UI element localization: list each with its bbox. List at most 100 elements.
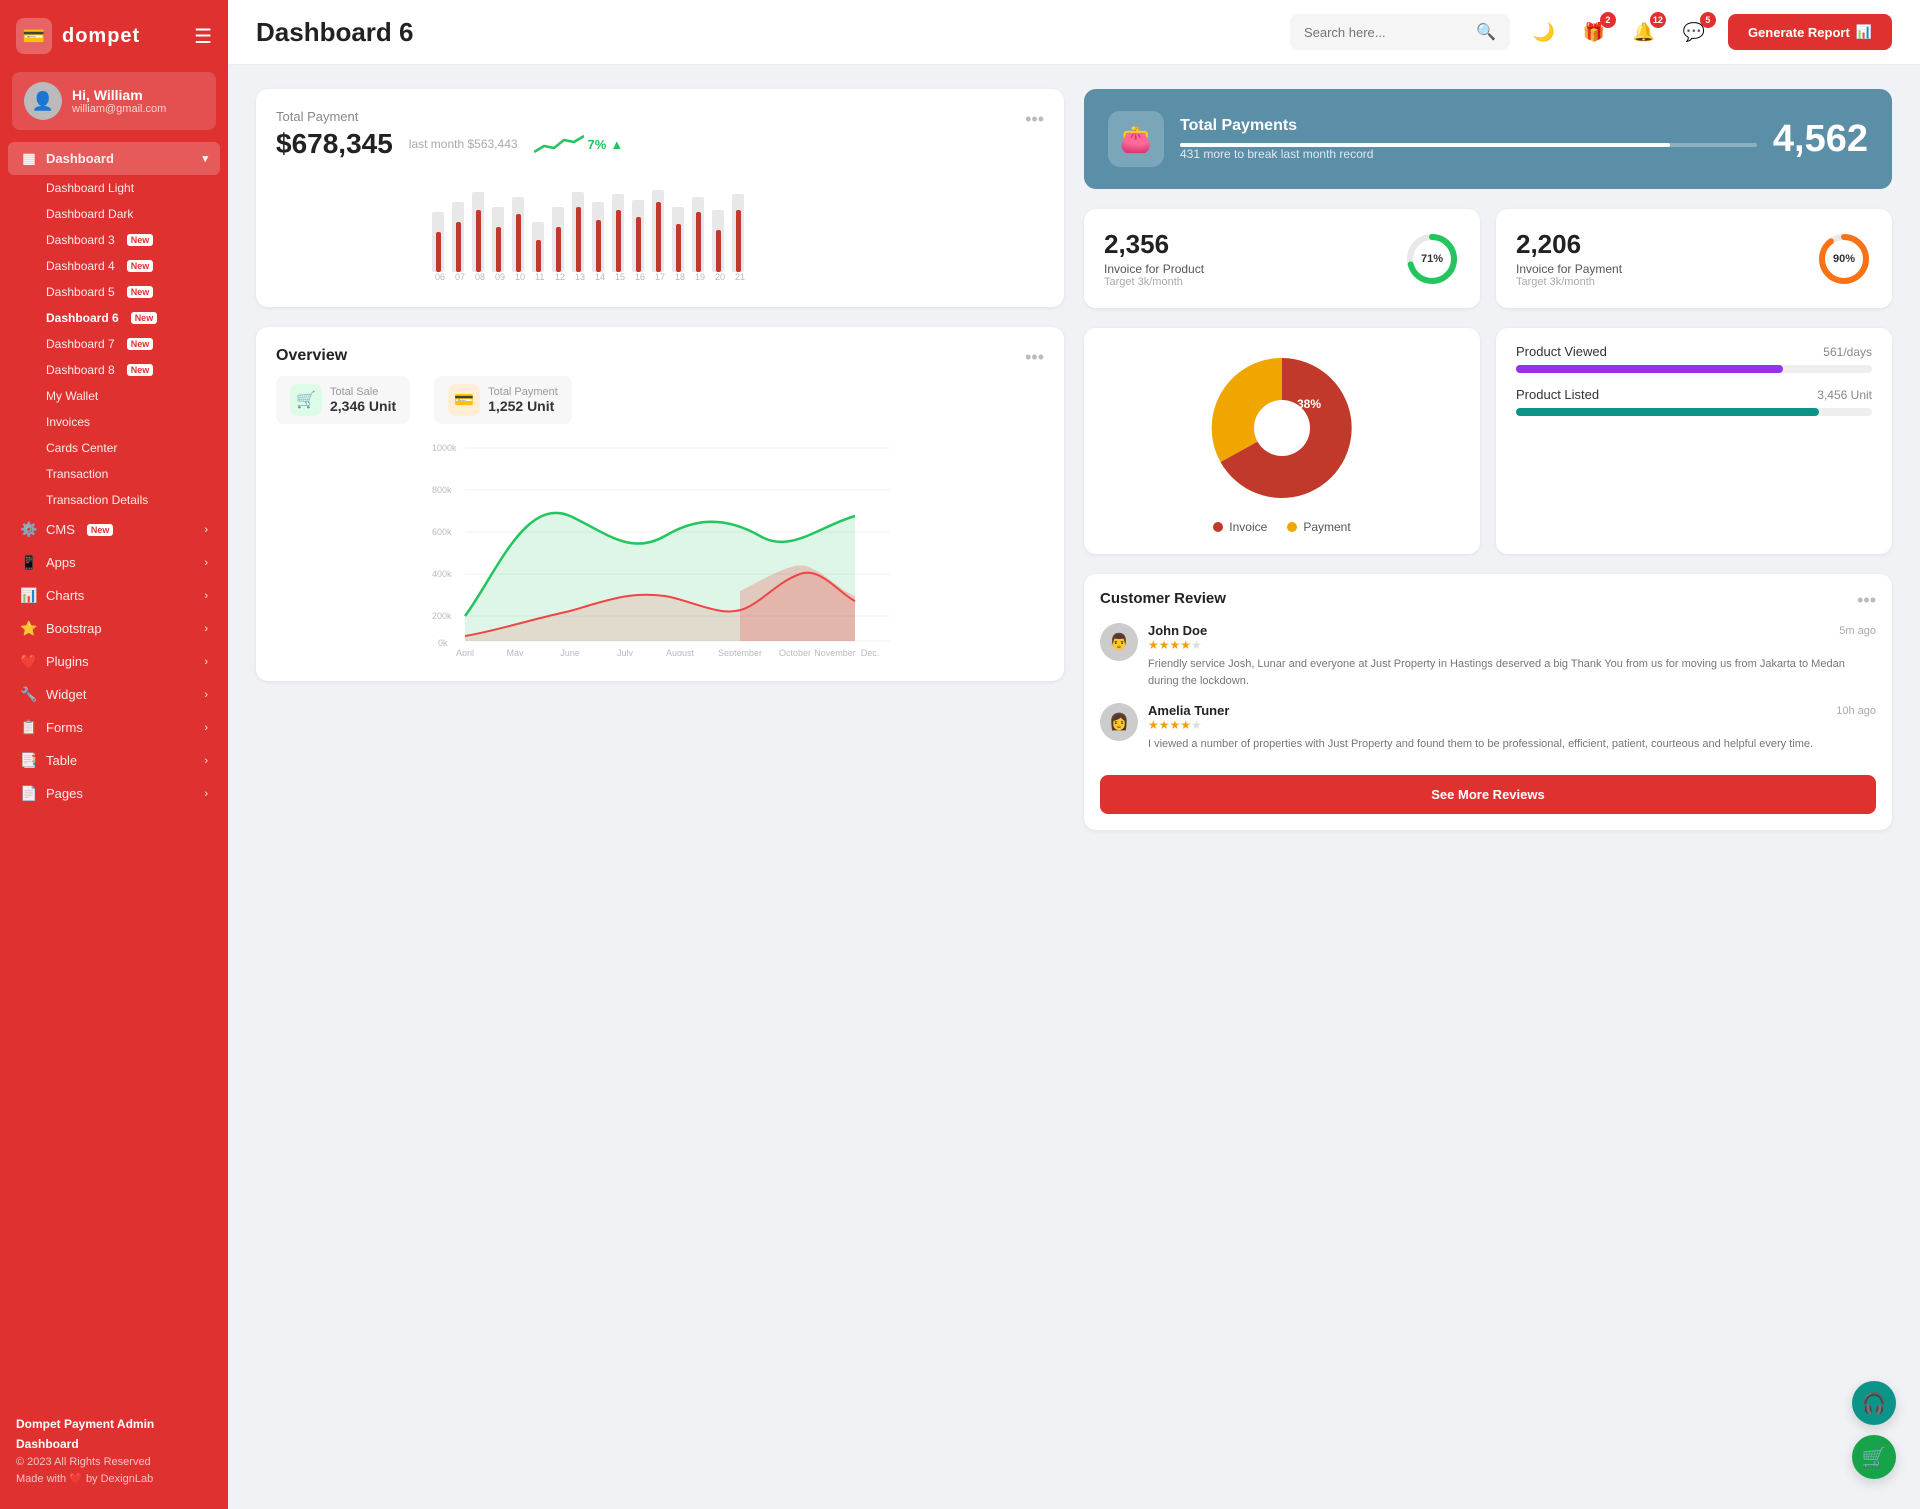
svg-text:November: November — [814, 648, 856, 656]
sidebar-item-bootstrap[interactable]: ⭐ Bootstrap › — [8, 612, 220, 645]
sidebar-item-apps[interactable]: 📱 Apps › — [8, 546, 220, 579]
user-name: Hi, William — [72, 87, 166, 103]
sidebar-item-dashboard-8[interactable]: Dashboard 8New — [36, 357, 220, 383]
generate-label: Generate Report — [1748, 25, 1850, 40]
generate-report-button[interactable]: Generate Report 📊 — [1728, 14, 1892, 50]
invoice-payment-label: Invoice for Payment — [1516, 262, 1804, 276]
search-box[interactable]: 🔍 — [1290, 14, 1510, 50]
cart-icon: 🛒 — [1862, 1445, 1887, 1470]
cart-float-button[interactable]: 🛒 — [1852, 1435, 1896, 1479]
review-item-1: 👨 John Doe 5m ago ★★★★★ Friendly service… — [1100, 623, 1876, 689]
svg-text:14: 14 — [595, 272, 605, 282]
svg-text:07: 07 — [455, 272, 465, 282]
subnav-dashboard: Dashboard Light Dashboard Dark Dashboard… — [8, 175, 220, 513]
area-chart: 1000k 800k 600k 400k 200k 0k — [276, 436, 1044, 656]
overview-title: Overview — [276, 347, 347, 365]
sidebar-item-pages[interactable]: 📄 Pages › — [8, 777, 220, 810]
search-input[interactable] — [1304, 25, 1468, 40]
sidebar: 💳 dompet ☰ 👤 Hi, William william@gmail.c… — [0, 0, 228, 1509]
bell-badge: 12 — [1650, 12, 1666, 28]
invoice-product-donut: 71% — [1404, 231, 1460, 287]
svg-text:April: April — [456, 648, 474, 656]
forms-icon: 📋 — [20, 719, 38, 736]
sidebar-item-dashboard-dark[interactable]: Dashboard Dark — [36, 201, 220, 227]
sidebar-item-dashboard-3[interactable]: Dashboard 3New — [36, 227, 220, 253]
sidebar-item-invoices[interactable]: Invoices — [36, 409, 220, 435]
review-more-icon[interactable]: ••• — [1857, 590, 1876, 611]
invoice-row: 2,356 Invoice for Product Target 3k/mont… — [1084, 209, 1892, 308]
overview-card: Overview ••• 🛒 Total Sale 2,346 Unit — [256, 327, 1064, 681]
sidebar-item-dashboard-light[interactable]: Dashboard Light — [36, 175, 220, 201]
nav-item-dashboard[interactable]: ▦ Dashboard ▾ — [8, 142, 220, 175]
product-listed-header: Product Listed 3,456 Unit — [1516, 387, 1872, 402]
sidebar-item-dashboard-7[interactable]: Dashboard 7New — [36, 331, 220, 357]
svg-text:11: 11 — [535, 272, 544, 282]
chevron-right-icon: › — [204, 524, 208, 536]
sidebar-item-table[interactable]: 📑 Table › — [8, 744, 220, 777]
dashboard-icon: ▦ — [20, 150, 38, 167]
more-options-icon[interactable]: ••• — [1025, 109, 1044, 130]
product-listed-row: Product Listed 3,456 Unit — [1516, 387, 1872, 416]
gift-button[interactable]: 🎁 2 — [1576, 14, 1612, 50]
product-listed-label: Product Listed — [1516, 387, 1599, 402]
svg-text:38%: 38% — [1297, 397, 1321, 411]
svg-text:September: September — [718, 648, 762, 656]
user-section[interactable]: 👤 Hi, William william@gmail.com — [12, 72, 216, 130]
payment-legend-dot — [1287, 522, 1297, 532]
overview-more-icon[interactable]: ••• — [1025, 347, 1044, 368]
review-2-meta: Amelia Tuner 10h ago — [1148, 703, 1876, 718]
sidebar-item-transaction[interactable]: Transaction — [36, 461, 220, 487]
sidebar-item-charts[interactable]: 📊 Charts › — [8, 579, 220, 612]
sidebar-logo: 💳 dompet ☰ — [0, 0, 228, 72]
reviewer-2-stars: ★★★★★ — [1148, 718, 1876, 732]
chevron-right-icon: › — [204, 788, 208, 800]
content-right: 👛 Total Payments 431 more to break last … — [1084, 89, 1892, 830]
page-title: Dashboard 6 — [256, 17, 1274, 48]
dashboard-label: Dashboard — [46, 151, 114, 166]
chat-button[interactable]: 💬 5 — [1676, 14, 1712, 50]
header-icons: 🌙 🎁 2 🔔 12 💬 5 — [1526, 14, 1712, 50]
bell-button[interactable]: 🔔 12 — [1626, 14, 1662, 50]
sidebar-item-dashboard-6[interactable]: Dashboard 6New — [36, 305, 220, 331]
sidebar-item-plugins[interactable]: ❤️ Plugins › — [8, 645, 220, 678]
svg-text:06: 06 — [435, 272, 445, 282]
chevron-right-icon: › — [204, 623, 208, 635]
invoice-product-label: Invoice for Product — [1104, 262, 1392, 276]
nav-section: ▦ Dashboard ▾ Dashboard Light Dashboard … — [0, 142, 228, 810]
invoice-payment-info: 2,206 Invoice for Payment Target 3k/mont… — [1516, 229, 1804, 288]
svg-text:May: May — [506, 648, 524, 656]
tp-value: 4,562 — [1773, 118, 1868, 161]
invoice-product-value: 2,356 — [1104, 229, 1392, 260]
total-sale-stat: 🛒 Total Sale 2,346 Unit — [276, 376, 410, 424]
sidebar-item-widget[interactable]: 🔧 Widget › — [8, 678, 220, 711]
see-more-reviews-button[interactable]: See More Reviews — [1100, 775, 1876, 814]
bootstrap-icon: ⭐ — [20, 620, 38, 637]
reviewer-1-stars: ★★★★★ — [1148, 638, 1876, 652]
user-email: william@gmail.com — [72, 103, 166, 115]
apps-icon: 📱 — [20, 554, 38, 571]
review-title: Customer Review — [1100, 590, 1226, 611]
sidebar-item-mywallet[interactable]: My Wallet — [36, 383, 220, 409]
legend-invoice: Invoice — [1213, 520, 1267, 534]
total-payment-card: Total Payment $678,345 last month $563,4… — [256, 89, 1064, 307]
sidebar-item-transaction-details[interactable]: Transaction Details — [36, 487, 220, 513]
sidebar-item-cms[interactable]: ⚙️ CMS New › — [8, 513, 220, 546]
invoice-product-card: 2,356 Invoice for Product Target 3k/mont… — [1084, 209, 1480, 308]
hamburger-icon[interactable]: ☰ — [194, 24, 212, 49]
sidebar-item-dashboard-5[interactable]: Dashboard 5New — [36, 279, 220, 305]
moon-button[interactable]: 🌙 — [1526, 14, 1562, 50]
support-float-button[interactable]: 🎧 — [1852, 1381, 1896, 1425]
tp-card-info: Total Payments 431 more to break last mo… — [1180, 117, 1757, 161]
tp-sub: 431 more to break last month record — [1180, 147, 1757, 161]
product-viewed-fill — [1516, 365, 1783, 373]
svg-text:June: June — [560, 648, 580, 656]
footer-made-with: Made with ❤️ by DexignLab — [16, 1471, 212, 1489]
floating-buttons: 🎧 🛒 — [1852, 1381, 1896, 1479]
sidebar-item-dashboard-4[interactable]: Dashboard 4New — [36, 253, 220, 279]
svg-text:0k: 0k — [438, 638, 448, 648]
content-grid: Total Payment $678,345 last month $563,4… — [256, 89, 1892, 830]
sidebar-item-forms[interactable]: 📋 Forms › — [8, 711, 220, 744]
header: Dashboard 6 🔍 🌙 🎁 2 🔔 12 💬 5 Generate R — [228, 0, 1920, 65]
invoice-payment-pct: 90% — [1833, 253, 1855, 265]
sidebar-item-cardscenter[interactable]: Cards Center — [36, 435, 220, 461]
